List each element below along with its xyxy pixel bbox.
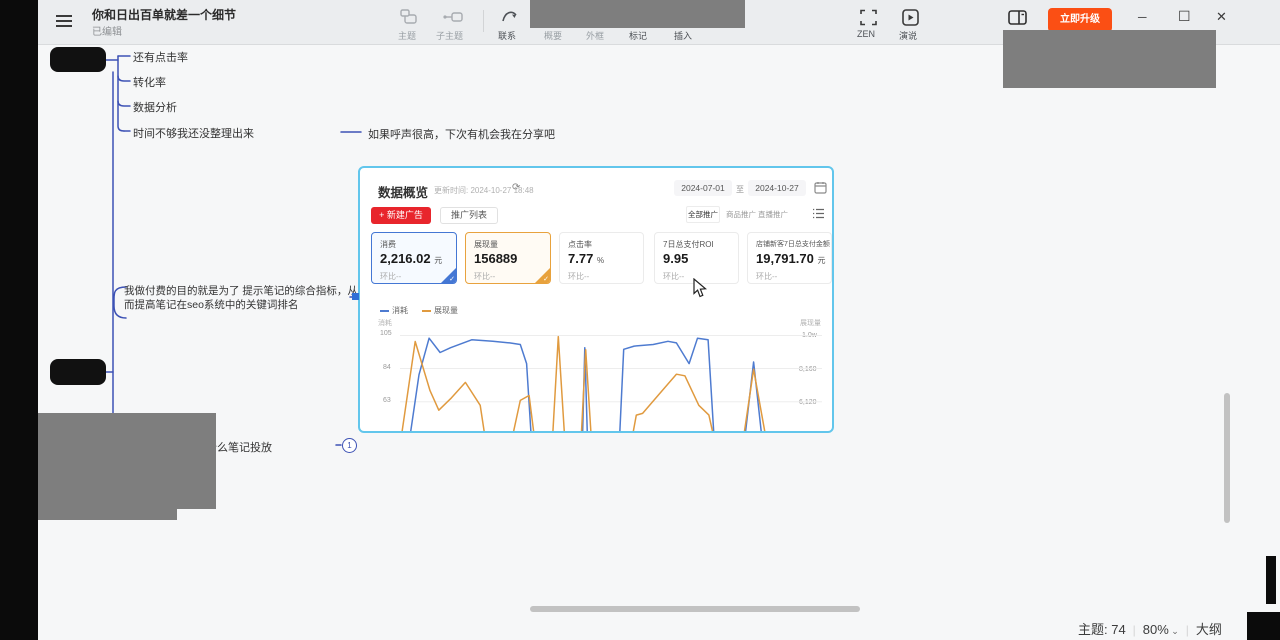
redaction-box-bottom-left — [38, 413, 216, 509]
subtopic-button[interactable]: 子主题 — [436, 29, 463, 42]
metric-label: 消费 — [380, 239, 396, 250]
metric-value: 9.95 — [663, 251, 688, 266]
legend-cost: 消耗 — [380, 305, 408, 316]
metric-card-ctr: 点击率 7.77 % 环比-- — [559, 232, 644, 284]
metric-card-roi: 7日总支付ROI 9.95 环比-- — [654, 232, 739, 284]
mindmap-node-conversion[interactable]: 转化率 — [133, 74, 166, 90]
chevron-down-icon[interactable]: ⌄ — [1169, 626, 1179, 636]
check-icon: ✓ — [543, 275, 549, 283]
present-button[interactable]: 演说 — [899, 29, 917, 42]
mindmap-node-note[interactable]: 如果呼声很高，下次有机会我在分享吧 — [368, 126, 555, 142]
zoom-level-control[interactable]: 80% — [1143, 622, 1169, 637]
horizontal-scrollbar[interactable] — [530, 606, 860, 612]
right-axis-label: 展现量 — [800, 318, 821, 328]
vertical-scrollbar[interactable] — [1224, 393, 1230, 523]
toolbar-divider — [483, 10, 484, 32]
date-start-field: 2024-07-01 — [674, 180, 732, 196]
tab-product-promo: 商品推广 — [726, 209, 756, 220]
upgrade-button[interactable]: 立即升级 — [1048, 8, 1112, 32]
topic-icon[interactable] — [400, 9, 417, 24]
metric-unit: 元 — [434, 256, 442, 265]
redaction-box-toolbar — [530, 0, 745, 28]
metric-value: 7.77 — [568, 251, 593, 266]
zen-mode-icon[interactable] — [860, 9, 877, 26]
legend-dash-blue — [380, 310, 389, 312]
left-tick-2: 63 — [383, 397, 391, 404]
mindmap-node-no-time[interactable]: 时间不够我还没整理出来 — [133, 125, 254, 141]
left-tick-1: 84 — [383, 364, 391, 371]
metric-unit: % — [597, 256, 604, 265]
redaction-box-top-right — [1003, 30, 1216, 88]
metric-config-icon — [812, 207, 825, 220]
present-icon[interactable] — [902, 9, 919, 26]
legend-impressions: 展现量 — [422, 305, 458, 316]
metric-label: 展现量 — [474, 239, 498, 250]
right-edge-bar — [1266, 556, 1276, 604]
document-title: 你和日出百单就差一个细节 — [92, 6, 236, 23]
hamburger-menu-icon[interactable] — [55, 13, 73, 29]
metric-value: 2,216.02 — [380, 251, 431, 266]
relation-button[interactable]: 联系 — [498, 29, 516, 42]
boundary-button[interactable]: 外框 — [586, 29, 604, 42]
legend-dash-orange — [422, 310, 431, 312]
mindmap-node-paragraph[interactable]: 我做付费的目的就是为了 提示笔记的综合指标，从而提高笔记在seo系统中的关键词排… — [124, 284, 362, 312]
metric-unit: 元 — [817, 256, 825, 265]
topic-count-label: 主题: — [1078, 622, 1108, 637]
summary-button[interactable]: 概要 — [544, 29, 562, 42]
refresh-icon: ⟳ — [512, 182, 520, 193]
metric-value: 156889 — [474, 251, 517, 266]
document-save-status: 已编辑 — [92, 23, 122, 38]
metric-card-pay-amount: 店铺新客7日总支付金额 19,791.70 元 环比-- — [747, 232, 832, 284]
close-button[interactable]: ✕ — [1216, 9, 1227, 25]
metric-compare: 环比-- — [568, 271, 589, 282]
left-tick-0: 105 — [380, 330, 392, 337]
metric-label: 店铺新客7日总支付金额 — [756, 239, 830, 249]
topic-count-value: 74 — [1111, 622, 1125, 637]
mouse-cursor — [693, 278, 707, 298]
maximize-button[interactable]: ☐ — [1178, 8, 1191, 25]
date-end-field: 2024-10-27 — [748, 180, 806, 196]
check-icon: ✓ — [449, 275, 455, 283]
metric-compare: 环比-- — [474, 271, 495, 282]
left-axis-label: 消耗 — [378, 318, 392, 328]
metric-card-cost: 消费 2,216.02 元 环比-- ✓ — [371, 232, 457, 284]
redaction-box-bottom-left-2 — [38, 509, 177, 520]
mindmap-node-click-rate[interactable]: 还有点击率 — [133, 49, 188, 65]
calendar-icon — [814, 181, 827, 194]
marker-button[interactable]: 标记 — [629, 29, 647, 42]
embedded-dashboard-image[interactable]: 数据概览 更新时间: 2024-10-27 18:48 ⟳ 2024-07-01… — [358, 166, 834, 433]
mindmap-node-analysis[interactable]: 数据分析 — [133, 99, 177, 115]
metric-compare: 环比-- — [380, 271, 401, 282]
statusbar-divider: | — [1129, 623, 1139, 637]
outline-button[interactable]: 大纲 — [1196, 622, 1222, 637]
window-left-edge — [0, 0, 38, 640]
mindmap-node-redacted-2[interactable] — [50, 359, 106, 385]
dashboard-line-chart — [400, 335, 822, 433]
metric-compare: 环比-- — [756, 271, 777, 282]
metric-compare: 环比-- — [663, 271, 684, 282]
dashboard-title: 数据概览 — [378, 182, 428, 201]
zen-mode-button[interactable]: ZEN — [857, 29, 875, 39]
statusbar: 主题: 74 | 80% ⌄ | 大纲 — [1078, 619, 1222, 638]
metric-value: 19,791.70 — [756, 251, 814, 266]
side-panel-toggle-icon[interactable] — [1008, 10, 1027, 25]
topic-button[interactable]: 主题 — [398, 29, 416, 42]
image-resize-handle[interactable] — [352, 293, 359, 300]
tab-all-promo: 全部推广 — [686, 206, 720, 223]
bottom-right-corner-block — [1247, 612, 1280, 640]
topic-link-badge[interactable]: 1 — [342, 438, 357, 453]
subtopic-icon[interactable] — [443, 12, 463, 22]
statusbar-divider: | — [1182, 623, 1192, 637]
relation-icon[interactable] — [501, 8, 519, 24]
metric-label: 点击率 — [568, 239, 592, 250]
date-separator: 至 — [736, 184, 744, 195]
new-ad-button: + 新建广告 — [371, 207, 431, 224]
promo-list-button: 推广列表 — [440, 207, 498, 224]
metric-card-impressions: 展现量 156889 环比-- ✓ — [465, 232, 551, 284]
insert-button[interactable]: 插入 — [674, 29, 692, 42]
metric-label: 7日总支付ROI — [663, 239, 714, 250]
minimize-button[interactable]: ─ — [1138, 10, 1147, 24]
mindmap-node-redacted-1[interactable] — [50, 47, 106, 72]
tab-live-promo: 直播推广 — [758, 209, 788, 220]
